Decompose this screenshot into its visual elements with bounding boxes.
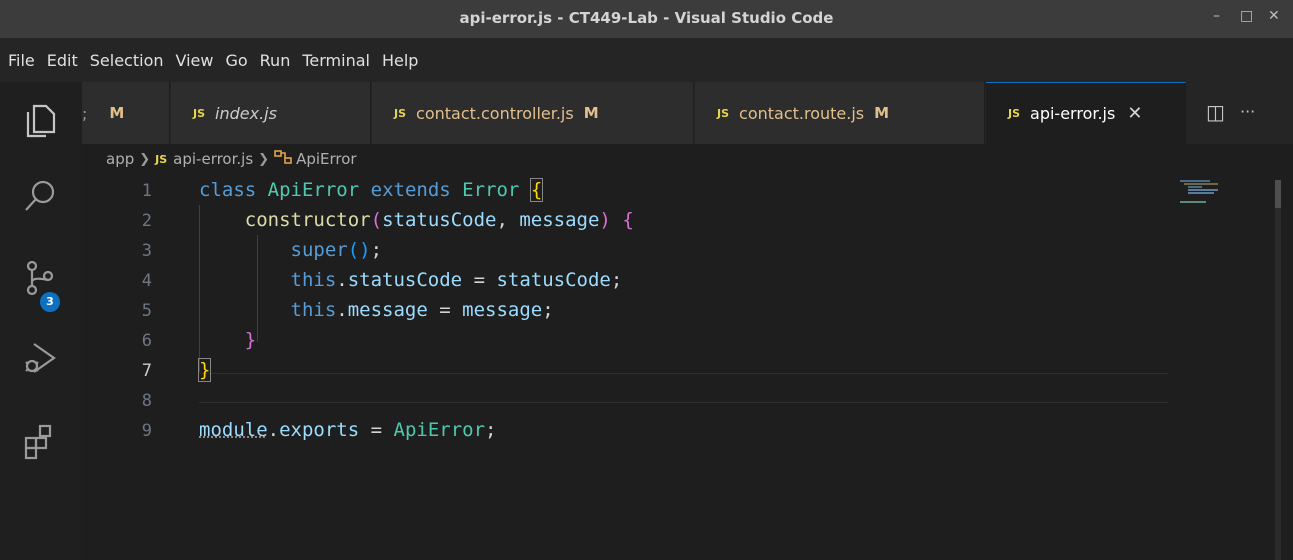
tab-partial-label: ; [82,103,88,123]
source-control-badge: 3 [40,292,60,312]
js-file-icon: JS [193,106,206,120]
code-line: 1 class ApiError extends Error { [82,177,1182,207]
menu-selection[interactable]: Selection [84,51,170,70]
tab-index-js[interactable]: JS index.js [171,82,371,144]
code-text: module.exports = ApiError; [199,419,497,441]
maximize-button[interactable]: □ [1240,8,1253,24]
line-number: 3 [141,241,152,261]
minimap[interactable] [1180,180,1240,210]
tab-close-button[interactable]: ✕ [1127,103,1142,124]
chevron-right-icon: ❯ [258,151,270,167]
code-text: this.message = message; [290,299,554,321]
run-debug-icon[interactable] [20,338,60,378]
tab-modified-flag: M [874,104,890,122]
code-editor[interactable]: 1 class ApiError extends Error { 2 const… [82,172,1293,560]
breadcrumb-file[interactable]: api-error.js [173,150,253,168]
title-bar: api-error.js - CT449-Lab - Visual Studio… [0,0,1293,38]
tab-modified-flag: M [583,104,599,122]
minimize-button[interactable]: – [1213,8,1220,24]
line-number: 7 [141,361,152,381]
tab-api-error-js[interactable]: JS api-error.js ✕ [986,82,1186,144]
js-file-icon: JS [394,106,407,120]
code-line: 4 this.statusCode = statusCode; [82,267,1182,297]
code-line: 3 super(); [82,237,1182,267]
code-line: 2 constructor(statusCode, message) { [82,207,1182,237]
code-text: constructor(statusCode, message) { [244,209,634,231]
menu-terminal[interactable]: Terminal [296,51,376,70]
tab-label: index.js [215,103,277,123]
breadcrumb-symbol[interactable]: ApiError [296,150,357,168]
code-line: 9 module.exports = ApiError; [82,417,1182,447]
code-line: 5 this.message = message; [82,297,1182,327]
menu-go[interactable]: Go [219,51,253,70]
line-number: 5 [141,301,152,321]
breadcrumb-folder[interactable]: app [106,150,134,168]
tab-label: contact.route.js [739,103,865,123]
js-file-icon: JS [155,152,168,166]
code-text: this.statusCode = statusCode; [290,269,623,291]
code-line: 8 [82,387,1182,417]
menu-edit[interactable]: Edit [41,51,84,70]
explorer-icon[interactable] [20,100,60,140]
line-number: 2 [141,211,152,231]
line-number: 9 [141,421,152,441]
js-file-icon: JS [717,106,730,120]
code-text: } [244,329,257,351]
js-file-icon: JS [1008,107,1021,120]
line-number: 8 [141,391,152,411]
code-line: 7 } [82,357,1182,387]
breadcrumb: app ❯ JS api-error.js ❯ ApiError [106,148,357,170]
code-text: super(); [290,239,383,261]
tab-modified-flag: M [109,104,125,122]
activity-bar: 3 [0,82,82,560]
editor-tab-bar: ; M JS index.js JS contact.controller.js… [82,82,1293,144]
menu-bar: File Edit Selection View Go Run Terminal… [0,38,1293,82]
tab-label: api-error.js [1030,104,1116,123]
close-window-button[interactable]: ✕ [1268,8,1280,24]
line-number: 4 [141,271,152,291]
code-line: 6 } [82,327,1182,357]
code-text: } [197,358,212,382]
line-number: 1 [141,181,152,201]
class-symbol-icon [274,149,292,169]
tab-label: contact.controller.js [416,103,574,123]
menu-file[interactable]: File [2,51,41,70]
search-icon[interactable] [20,176,60,216]
tab-contact-controller-js[interactable]: JS contact.controller.js M [372,82,694,144]
menu-view[interactable]: View [170,51,220,70]
scrollbar-thumb[interactable] [1275,180,1281,208]
tab-contact-route-js[interactable]: JS contact.route.js M [695,82,985,144]
code-text: class ApiError extends Error { [199,178,544,202]
menu-help[interactable]: Help [376,51,424,70]
vertical-scrollbar[interactable] [1275,180,1281,560]
extensions-icon[interactable] [20,422,60,462]
menu-run[interactable]: Run [254,51,297,70]
split-editor-icon[interactable]: ◫ [1206,100,1225,124]
chevron-right-icon: ❯ [139,151,151,167]
more-actions-icon[interactable]: ··· [1240,102,1255,121]
tab-partial[interactable]: ; M [82,82,170,144]
window-title: api-error.js - CT449-Lab - Visual Studio… [459,9,834,27]
line-number: 6 [141,331,152,351]
